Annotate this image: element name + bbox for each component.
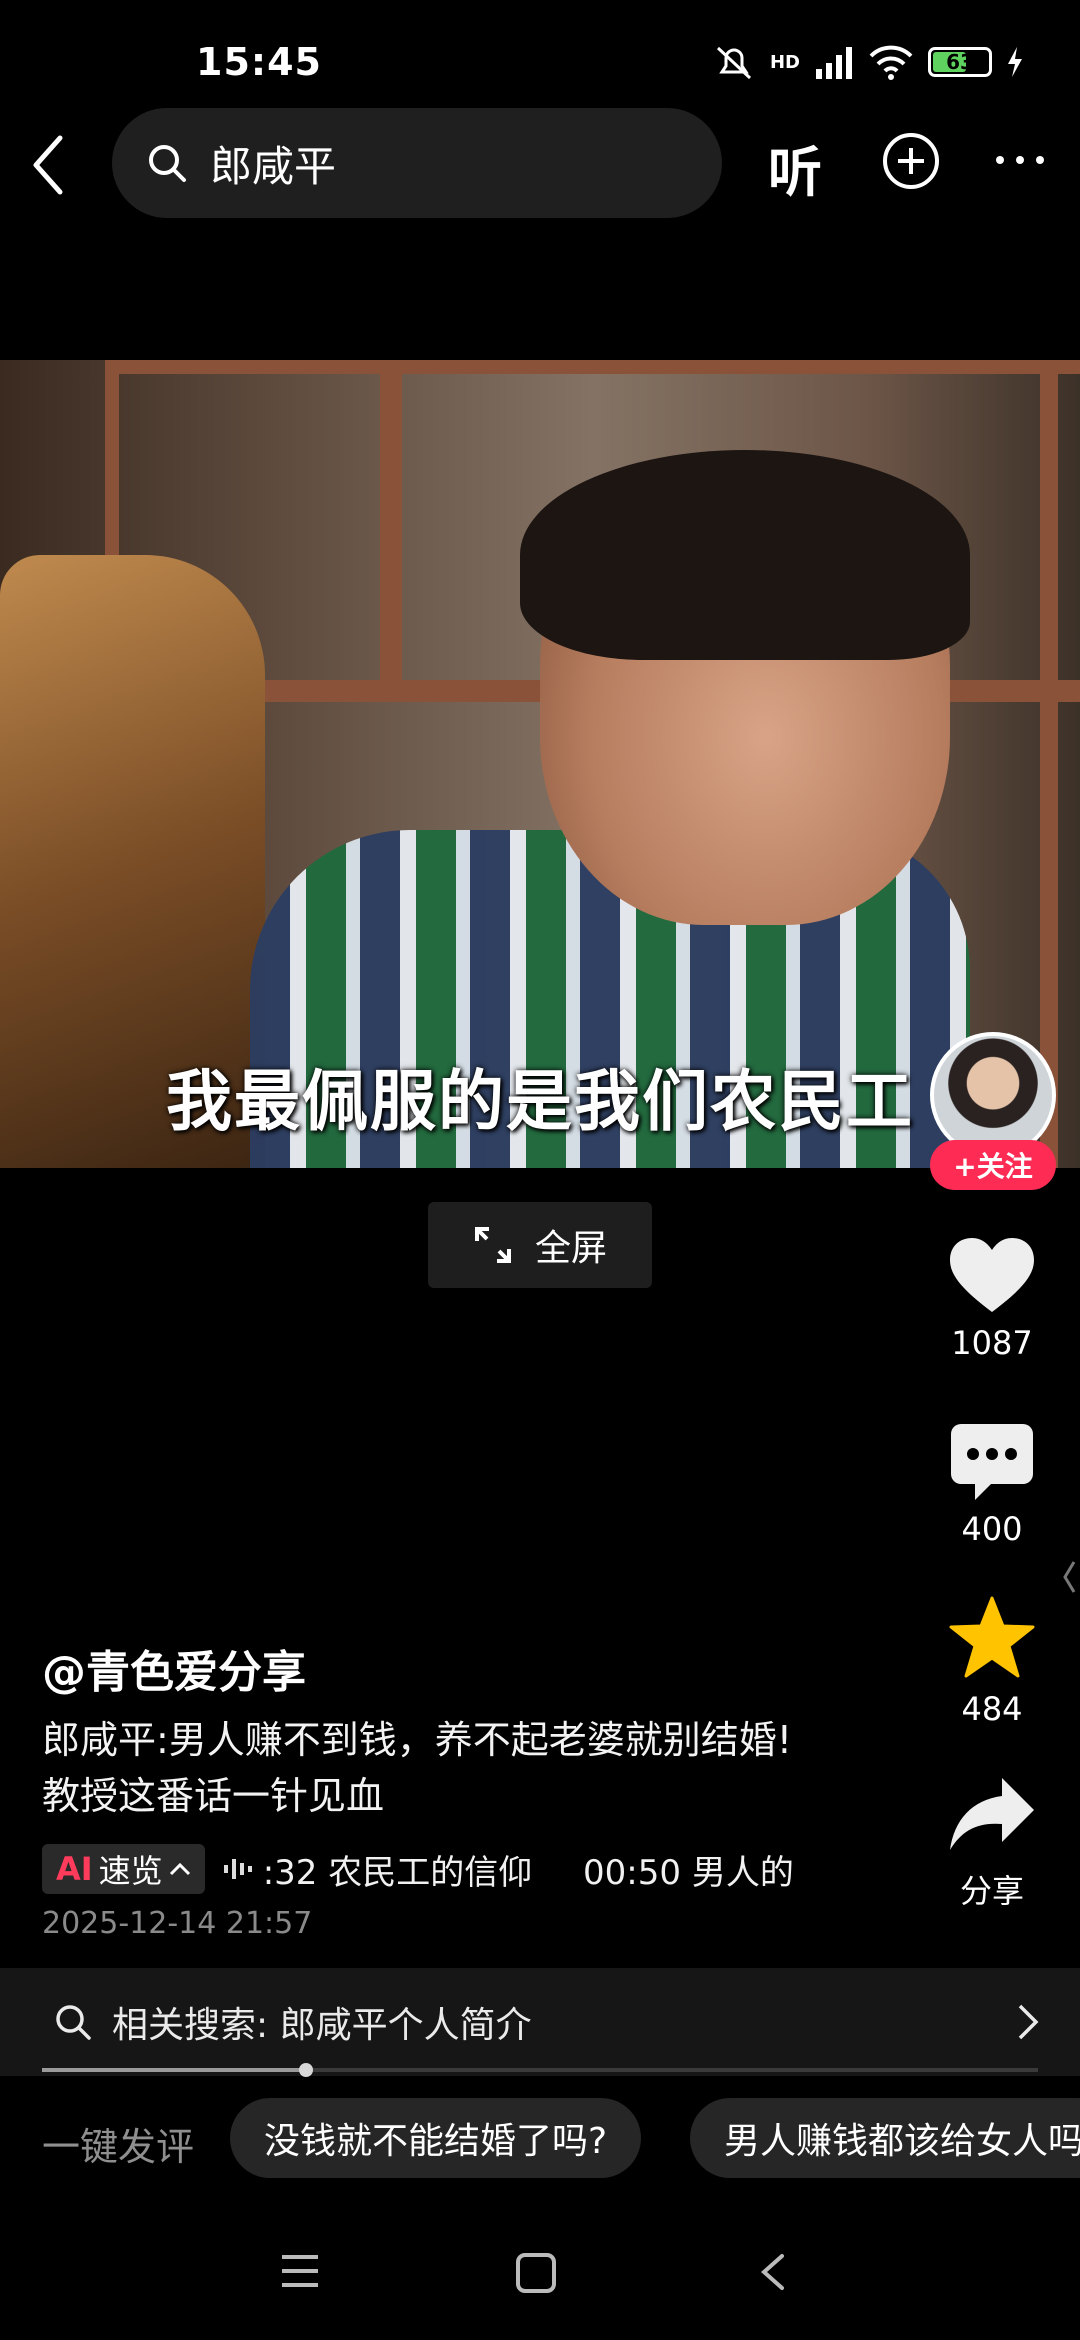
favorite-count: 484 (961, 1690, 1023, 1728)
fullscreen-button[interactable]: 全屏 (428, 1202, 652, 1288)
video-progress-bar[interactable] (42, 2063, 1038, 2077)
favorite-button[interactable]: 484 (940, 1596, 1044, 1728)
related-search-text: 相关搜索: 郎咸平个人简介 (112, 2005, 532, 2046)
menu-icon[interactable] (278, 2252, 322, 2290)
like-count: 1087 (951, 1324, 1033, 1362)
comment-icon (951, 1424, 1033, 1500)
back-button[interactable] (24, 130, 72, 200)
quick-comment-chip[interactable]: 没钱就不能结婚了吗? (230, 2098, 642, 2178)
back-nav-icon[interactable] (758, 2252, 788, 2292)
heart-icon (950, 1238, 1034, 1312)
search-icon (56, 2005, 91, 2040)
fullscreen-label: 全屏 (534, 1228, 607, 1269)
post-date: 2025-12-14 21:57 (42, 1906, 313, 1941)
follow-button[interactable]: +关注 (930, 1140, 1056, 1190)
listen-button[interactable]: 听 (768, 128, 822, 207)
star-icon (949, 1596, 1035, 1678)
battery-indicator: 63 (928, 47, 992, 77)
network-type: HD (769, 51, 800, 73)
mute-bell-icon (716, 46, 752, 80)
expand-icon (474, 1227, 511, 1263)
wifi-icon (869, 45, 913, 80)
video-frame-shelf (105, 360, 1080, 374)
add-button[interactable] (882, 132, 940, 190)
author-name[interactable]: @青色爱分享 (42, 1636, 306, 1700)
share-button[interactable]: 分享 (940, 1776, 1044, 1912)
post-description: 郎咸平:男人赚不到钱，养不起老婆就别结婚! 教授这番话一针见血 (42, 1712, 902, 1824)
chapter-list: :32 农民工的信仰 00:50 男人的 (263, 1845, 834, 1894)
progress-fill (42, 2068, 306, 2072)
progress-handle[interactable] (298, 2063, 313, 2077)
comment-count: 400 (961, 1510, 1023, 1548)
quick-comment-chip[interactable]: 男人赚钱都该给女人吗 (690, 2098, 1080, 2178)
video-frame-person (520, 450, 970, 660)
search-icon (149, 145, 186, 182)
status-time: 15:45 (196, 40, 322, 84)
share-arrow-icon (950, 1778, 1034, 1850)
battery-level: 63 (946, 50, 974, 74)
description-line: 郎咸平:男人赚不到钱，养不起老婆就别结婚! (42, 1718, 793, 1762)
chapter-item[interactable]: :32 农民工的信仰 (263, 1853, 533, 1893)
share-label: 分享 (959, 1872, 1024, 1910)
signal-icon (816, 47, 852, 79)
chevron-up-icon (169, 1862, 190, 1876)
video-subtitle: 我最佩服的是我们农民工 (166, 1063, 914, 1140)
charging-icon (1008, 47, 1022, 77)
video-player[interactable]: 我最佩服的是我们农民工 (0, 360, 1080, 1168)
comment-button[interactable]: 400 (940, 1424, 1044, 1548)
home-icon[interactable] (514, 2252, 558, 2294)
search-bar[interactable]: 郎咸平 (112, 108, 722, 218)
quick-comment-label: 一键发评 (42, 2125, 195, 2169)
ai-preview-button[interactable]: AI 速览 (42, 1844, 205, 1894)
search-query: 郎咸平 (210, 141, 337, 191)
chevron-right-icon (1018, 2004, 1039, 2040)
ai-summary-row: AI 速览 :32 农民工的信仰 00:50 男人的 (42, 1844, 862, 1894)
chapter-item[interactable]: 00:50 男人的 (583, 1853, 794, 1893)
video-frame-shelf (1040, 360, 1058, 1168)
video-frame-shelf (380, 360, 402, 690)
description-line: 教授这番话一针见血 (42, 1774, 385, 1818)
like-button[interactable]: 1087 (940, 1238, 1044, 1362)
related-search-bar[interactable]: 相关搜索: 郎咸平个人简介 (0, 1968, 1080, 2076)
audio-wave-icon (223, 1859, 252, 1879)
ai-preview-label: 速览 (98, 1852, 163, 1890)
side-panel-arrow-icon[interactable] (1062, 1560, 1076, 1594)
status-icons: HD 63 (712, 42, 1024, 82)
more-options-icon[interactable] (990, 130, 1050, 190)
ai-badge: AI (56, 1850, 93, 1888)
